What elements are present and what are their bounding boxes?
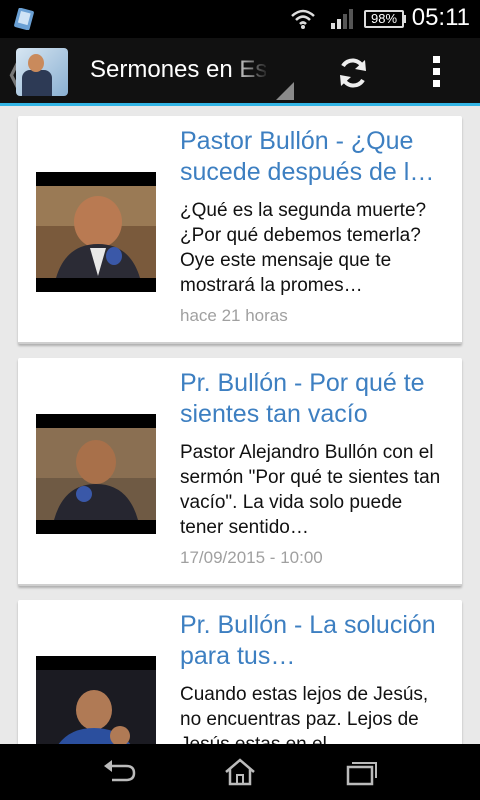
- battery-icon: [403, 15, 406, 23]
- app-logo[interactable]: [16, 48, 68, 96]
- item-description: Pastor Alejandro Bullón con el sermón "P…: [180, 442, 441, 538]
- battery-indicator: 98%: [364, 10, 404, 28]
- pastor-photo: [36, 428, 156, 520]
- clock: 05:11: [411, 4, 470, 31]
- feed-item[interactable]: Pr. Bullón - Por qué te sientes tan vací…: [18, 358, 462, 586]
- item-description: Cuando estas lejos de Jesús, no encuentr…: [180, 684, 429, 744]
- item-title[interactable]: Pr. Bullón - Por qué te sientes tan vací…: [180, 368, 450, 432]
- nav-back-icon[interactable]: [100, 758, 140, 786]
- logo-figure-body: [22, 70, 52, 96]
- feed-item[interactable]: Pastor Bullón - ¿Que sucede después de l…: [18, 116, 462, 344]
- wifi-icon: [291, 9, 315, 29]
- item-thumbnail[interactable]: [36, 172, 156, 292]
- sermon-feed[interactable]: Pastor Bullón - ¿Que sucede después de l…: [0, 106, 480, 744]
- status-bar: 98% 05:11: [0, 0, 480, 38]
- refresh-icon[interactable]: [336, 56, 370, 90]
- dropdown-indicator-icon[interactable]: [276, 82, 294, 100]
- item-title[interactable]: Pr. Bullón - La solución para tus…: [180, 610, 450, 674]
- item-thumbnail[interactable]: [36, 414, 156, 534]
- overflow-menu-icon[interactable]: [430, 56, 442, 90]
- title-fade: [230, 52, 270, 88]
- item-title[interactable]: Pastor Bullón - ¿Que sucede después de l…: [180, 126, 450, 190]
- item-description: ¿Qué es la segunda muerte? ¿Por qué debe…: [180, 200, 427, 296]
- nav-home-icon[interactable]: [220, 758, 260, 786]
- item-date: 17/09/2015 - 10:00: [180, 548, 323, 567]
- pastor-photo: [36, 186, 156, 278]
- app-notification-icon: [14, 8, 34, 30]
- nav-recents-icon[interactable]: [340, 758, 380, 786]
- feed-item[interactable]: Pr. Bullón - La solución para tus… Cuand…: [18, 600, 462, 744]
- item-date: hace 21 horas: [180, 306, 288, 325]
- item-thumbnail[interactable]: [36, 656, 156, 744]
- logo-figure-face: [28, 54, 44, 72]
- action-bar: ❬ Sermones en Español: [0, 38, 480, 106]
- system-navigation-bar: [0, 744, 480, 800]
- signal-icon: [331, 9, 353, 29]
- pastor-photo: [36, 670, 156, 744]
